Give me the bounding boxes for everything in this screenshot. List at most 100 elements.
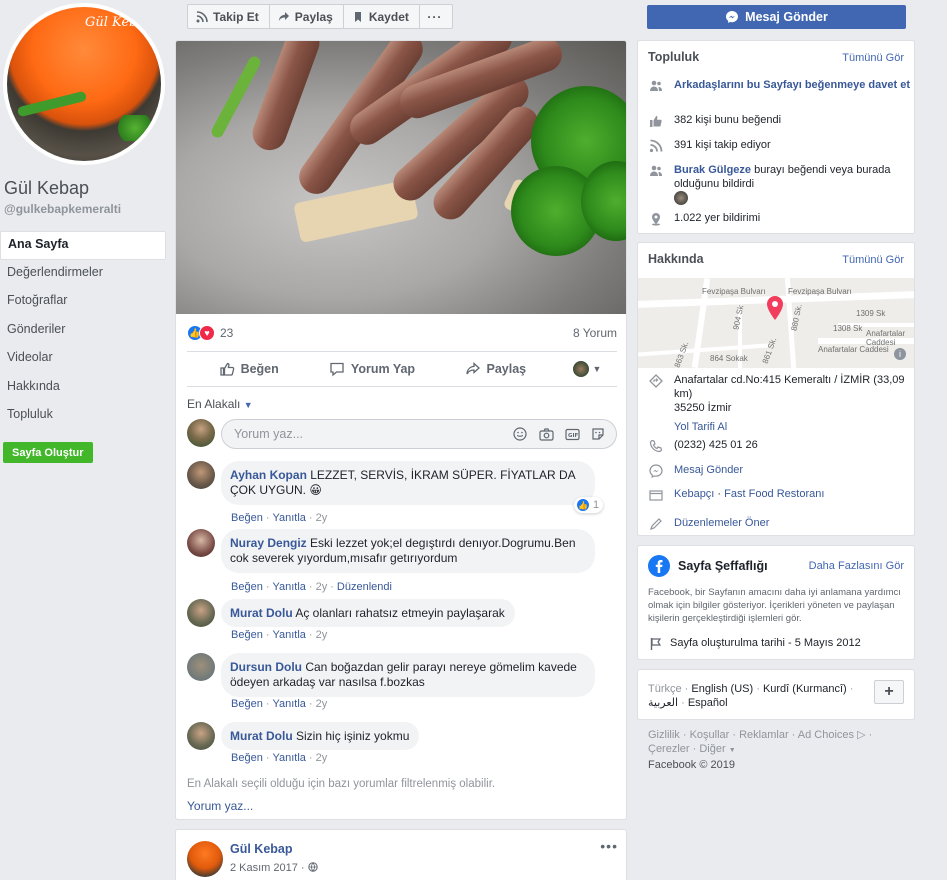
- comment-bubble: Nuray Dengiz Eski lezzet yok;el degıştır…: [221, 529, 595, 573]
- comment-age[interactable]: 2y: [316, 581, 328, 593]
- about-title[interactable]: Hakkında: [648, 252, 704, 266]
- comment-reply-link[interactable]: Yanıtla: [272, 629, 305, 641]
- phone-number[interactable]: (0232) 425 01 26: [674, 438, 910, 452]
- footer-link[interactable]: Gizlilik: [648, 729, 680, 741]
- community-title[interactable]: Topluluk: [648, 50, 699, 64]
- comment-like-link[interactable]: Beğen: [231, 752, 263, 764]
- nav-item-community[interactable]: Topluluk: [0, 402, 166, 431]
- nav-item-about[interactable]: Hakkında: [0, 374, 166, 403]
- nav-item-photos[interactable]: Fotoğraflar: [0, 288, 166, 317]
- camera-icon[interactable]: [538, 426, 554, 442]
- reactions-summary[interactable]: 👍 ♥ 23 8 Yorum: [187, 323, 617, 343]
- page-title[interactable]: Gül Kebap: [4, 178, 89, 199]
- nav-item-reviews[interactable]: Değerlendirmeler: [0, 260, 166, 289]
- post-options-icon[interactable]: •••: [600, 838, 618, 854]
- more-options-button[interactable]: ···: [418, 4, 453, 29]
- save-button[interactable]: Kaydet: [342, 4, 420, 29]
- comment-reply-link[interactable]: Yanıtla: [272, 698, 305, 710]
- post-card: Gül Kebap 2 Kasım 2017 · •••: [175, 829, 627, 880]
- page-handle[interactable]: @gulkebapkemeralti: [4, 202, 121, 216]
- share-button[interactable]: Paylaş: [268, 4, 344, 29]
- comment-author[interactable]: Murat Dolu: [230, 606, 293, 620]
- comment-input[interactable]: Yorum yaz... GIF: [221, 419, 617, 449]
- comment-age[interactable]: 2y: [316, 752, 328, 764]
- friend-avatar[interactable]: [674, 191, 688, 205]
- comment-button[interactable]: Yorum Yap: [310, 361, 433, 377]
- footer-link[interactable]: Reklamlar: [739, 729, 789, 741]
- gif-icon[interactable]: GIF: [564, 426, 580, 442]
- avatar[interactable]: [187, 722, 215, 750]
- nav-item-home[interactable]: Ana Sayfa: [0, 231, 166, 260]
- comment-like-link[interactable]: Beğen: [231, 581, 263, 593]
- suggest-edits-link[interactable]: Düzenlemeler Öner: [674, 517, 769, 529]
- footer-link[interactable]: Diğer: [699, 743, 725, 755]
- page-profile-picture[interactable]: Gül Kebap: [3, 3, 165, 165]
- footer-link[interactable]: Koşullar: [690, 729, 730, 741]
- message-link[interactable]: Mesaj Gönder: [674, 464, 743, 476]
- nav-item-posts[interactable]: Gönderiler: [0, 317, 166, 346]
- send-message-button[interactable]: Mesaj Gönder: [647, 5, 906, 29]
- language-link[interactable]: Kurdî (Kurmancî): [763, 683, 847, 695]
- comment-author[interactable]: Ayhan Kopan: [230, 468, 307, 482]
- transparency-see-more-link[interactable]: Daha Fazlasını Gör: [809, 560, 904, 572]
- comment-reactions[interactable]: 👍 1: [574, 497, 604, 513]
- comment-bubble-icon: [330, 362, 344, 377]
- comment-bubble: Dursun Dolu Can boğazdan gelir parayı ne…: [221, 653, 595, 697]
- comment-like-link[interactable]: Beğen: [231, 698, 263, 710]
- avatar[interactable]: [187, 841, 223, 877]
- map-label: 1308 Sk: [833, 324, 863, 333]
- post-as-selector[interactable]: ▼: [557, 361, 617, 377]
- language-link[interactable]: Español: [688, 697, 728, 709]
- community-see-all-link[interactable]: Tümünü Gör: [842, 52, 904, 64]
- share-post-button[interactable]: Paylaş: [434, 361, 557, 377]
- category-link-1[interactable]: Kebapçı: [674, 488, 714, 500]
- ad-choices-icon: ▷: [857, 729, 866, 741]
- left-nav: Ana Sayfa Değerlendirmeler Fotoğraflar G…: [0, 231, 166, 431]
- post-photo[interactable]: [176, 41, 626, 314]
- write-comment-link[interactable]: Yorum yaz...: [187, 799, 253, 813]
- comment-author[interactable]: Murat Dolu: [230, 729, 293, 743]
- comment-author[interactable]: Nuray Dengiz: [230, 536, 307, 550]
- checkins-count: 1.022 yer bildirimi: [674, 212, 761, 224]
- get-directions-link[interactable]: Yol Tarifi Al: [674, 420, 727, 434]
- about-see-all-link[interactable]: Tümünü Gör: [842, 254, 904, 266]
- friend-name-link[interactable]: Burak Gülgeze: [674, 164, 751, 176]
- avatar[interactable]: [187, 529, 215, 557]
- comment-like-link[interactable]: Beğen: [231, 512, 263, 524]
- language-link[interactable]: العربية: [648, 697, 678, 709]
- avatar[interactable]: [187, 653, 215, 681]
- transparency-title[interactable]: Sayfa Şeffaflığı: [678, 559, 768, 573]
- create-page-button[interactable]: Sayfa Oluştur: [3, 442, 93, 463]
- footer-link[interactable]: Ad Choices: [798, 729, 854, 741]
- comment-age[interactable]: 2y: [316, 698, 328, 710]
- comment-age[interactable]: 2y: [316, 512, 328, 524]
- comment-author[interactable]: Dursun Dolu: [230, 660, 302, 674]
- avatar[interactable]: [187, 599, 215, 627]
- comment-like-link[interactable]: Beğen: [231, 629, 263, 641]
- location-map[interactable]: Fevzipaşa Bulvarı Fevzipaşa Bulvarı 1309…: [638, 278, 914, 368]
- sticker-icon[interactable]: [590, 426, 606, 442]
- comment-age[interactable]: 2y: [316, 629, 328, 641]
- comment-reply-link[interactable]: Yanıtla: [272, 752, 305, 764]
- invite-friends-link[interactable]: Arkadaşlarını bu Sayfayı beğenmeye davet…: [674, 79, 910, 91]
- emoji-icon[interactable]: [512, 426, 528, 442]
- comment-sort-dropdown[interactable]: En Alakalı ▼: [187, 397, 253, 411]
- footer-link[interactable]: Çerezler: [648, 743, 690, 755]
- info-icon[interactable]: i: [894, 348, 906, 360]
- nav-item-videos[interactable]: Videolar: [0, 345, 166, 374]
- comment-count-link[interactable]: 8 Yorum: [573, 326, 617, 340]
- comment-reply-link[interactable]: Yanıtla: [272, 581, 305, 593]
- comment-reply-link[interactable]: Yanıtla: [272, 512, 305, 524]
- post-date[interactable]: 2 Kasım 2017 ·: [230, 862, 318, 874]
- storefront-icon: [648, 487, 664, 503]
- add-language-button[interactable]: +: [874, 680, 904, 704]
- avatar[interactable]: [187, 461, 215, 489]
- share-label: Paylaş: [294, 9, 333, 24]
- caret-down-icon: ▼: [728, 747, 736, 754]
- like-button[interactable]: Beğen: [187, 361, 310, 377]
- comment-edited-label[interactable]: Düzenlendi: [337, 581, 392, 593]
- post-author[interactable]: Gül Kebap: [230, 842, 293, 856]
- follow-button[interactable]: Takip Et: [187, 4, 270, 29]
- category-link-2[interactable]: Fast Food Restoranı: [724, 488, 824, 500]
- language-link[interactable]: English (US): [691, 683, 753, 695]
